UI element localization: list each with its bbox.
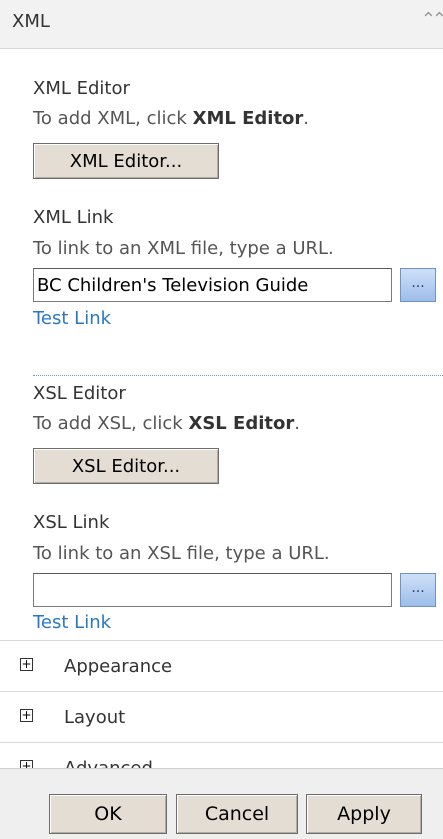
expand-icon[interactable]: + bbox=[20, 658, 33, 671]
cancel-button[interactable]: Cancel bbox=[176, 794, 298, 834]
expand-icon[interactable]: + bbox=[20, 709, 33, 722]
xml-link-browse-button[interactable]: ... bbox=[400, 268, 436, 302]
section-title: XML bbox=[12, 11, 50, 32]
category-label: Appearance bbox=[64, 656, 173, 677]
xml-editor-heading: XML Editor bbox=[33, 78, 130, 99]
category-label: Layout bbox=[64, 707, 126, 728]
ok-button[interactable]: OK bbox=[49, 794, 167, 834]
xsl-editor-button[interactable]: XSL Editor... bbox=[33, 448, 219, 484]
xsl-link-input[interactable] bbox=[33, 573, 392, 607]
category-appearance[interactable]: + Appearance bbox=[0, 640, 443, 692]
collapse-icon[interactable]: ⌃⌃ bbox=[421, 9, 443, 30]
divider bbox=[33, 375, 443, 376]
apply-button[interactable]: Apply bbox=[306, 794, 422, 834]
xsl-link-browse-button[interactable]: ... bbox=[400, 573, 436, 607]
xsl-link-description: To link to an XSL file, type a URL. bbox=[33, 543, 330, 564]
xml-section-header[interactable]: XML ⌃⌃ bbox=[0, 0, 443, 49]
xml-link-description: To link to an XML file, type a URL. bbox=[33, 238, 334, 259]
xsl-editor-heading: XSL Editor bbox=[33, 383, 126, 404]
button-bar: OK Cancel Apply bbox=[0, 768, 443, 839]
xml-editor-description: To add XML, click XML Editor. bbox=[33, 108, 310, 129]
xsl-editor-description: To add XSL, click XSL Editor. bbox=[33, 413, 300, 434]
xsl-test-link[interactable]: Test Link bbox=[33, 612, 111, 633]
xml-link-input[interactable] bbox=[33, 268, 392, 302]
xsl-link-heading: XSL Link bbox=[33, 512, 110, 533]
xml-editor-button[interactable]: XML Editor... bbox=[33, 143, 219, 179]
xml-test-link[interactable]: Test Link bbox=[33, 308, 111, 329]
xml-link-heading: XML Link bbox=[33, 207, 114, 228]
category-layout[interactable]: + Layout bbox=[0, 691, 443, 743]
